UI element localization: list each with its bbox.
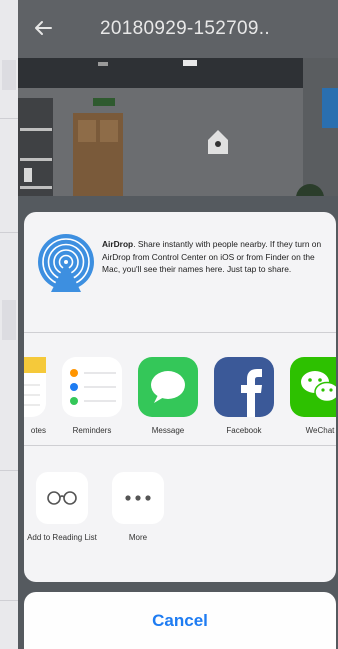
app-facebook[interactable]: Facebook [206, 357, 282, 435]
more-icon [112, 472, 164, 524]
cancel-label: Cancel [152, 610, 208, 630]
phone-screen: 20180929-152709.. AirDrop. Share instant… [18, 0, 338, 649]
app-message[interactable]: Message [130, 357, 206, 435]
airdrop-body: . Share instantly with people nearby. If… [102, 239, 322, 274]
reminders-icon [62, 357, 122, 417]
wechat-icon [290, 357, 336, 417]
airdrop-description: AirDrop. Share instantly with people nea… [102, 238, 328, 276]
notes-icon [24, 357, 46, 417]
app-notes[interactable]: otes [24, 357, 54, 435]
airdrop-icon [36, 232, 96, 294]
share-apps-row: otes Reminders Message Facebook WeChat [24, 333, 336, 446]
app-label-reminders: Reminders [72, 426, 112, 435]
video-title: 20180929-152709.. [100, 18, 270, 39]
share-sheet: AirDrop. Share instantly with people nea… [24, 212, 336, 582]
action-more[interactable]: More [98, 472, 178, 543]
airdrop-title: AirDrop [102, 239, 134, 249]
airdrop-section[interactable]: AirDrop. Share instantly with people nea… [24, 212, 336, 333]
app-label-facebook: Facebook [226, 426, 262, 435]
app-label-wechat: WeChat [305, 426, 335, 435]
action-label-reading-list: Add to Reading List [27, 533, 97, 542]
share-actions-row: Add to Reading List More [24, 446, 336, 582]
background-app-edge [0, 0, 19, 649]
app-label-message: Message [151, 426, 185, 435]
app-reminders[interactable]: Reminders [54, 357, 130, 435]
app-wechat[interactable]: WeChat [282, 357, 336, 435]
arrow-left-icon[interactable] [30, 14, 56, 42]
action-label-more: More [128, 533, 148, 542]
facebook-icon [214, 357, 274, 417]
cancel-button[interactable]: Cancel [24, 592, 336, 649]
camera-snapshot [18, 58, 338, 218]
glasses-icon [36, 472, 88, 524]
top-bar: 20180929-152709.. [18, 0, 338, 58]
action-add-to-reading-list[interactable]: Add to Reading List [24, 472, 102, 543]
app-label-notes: otes [30, 426, 46, 435]
message-icon [138, 357, 198, 417]
